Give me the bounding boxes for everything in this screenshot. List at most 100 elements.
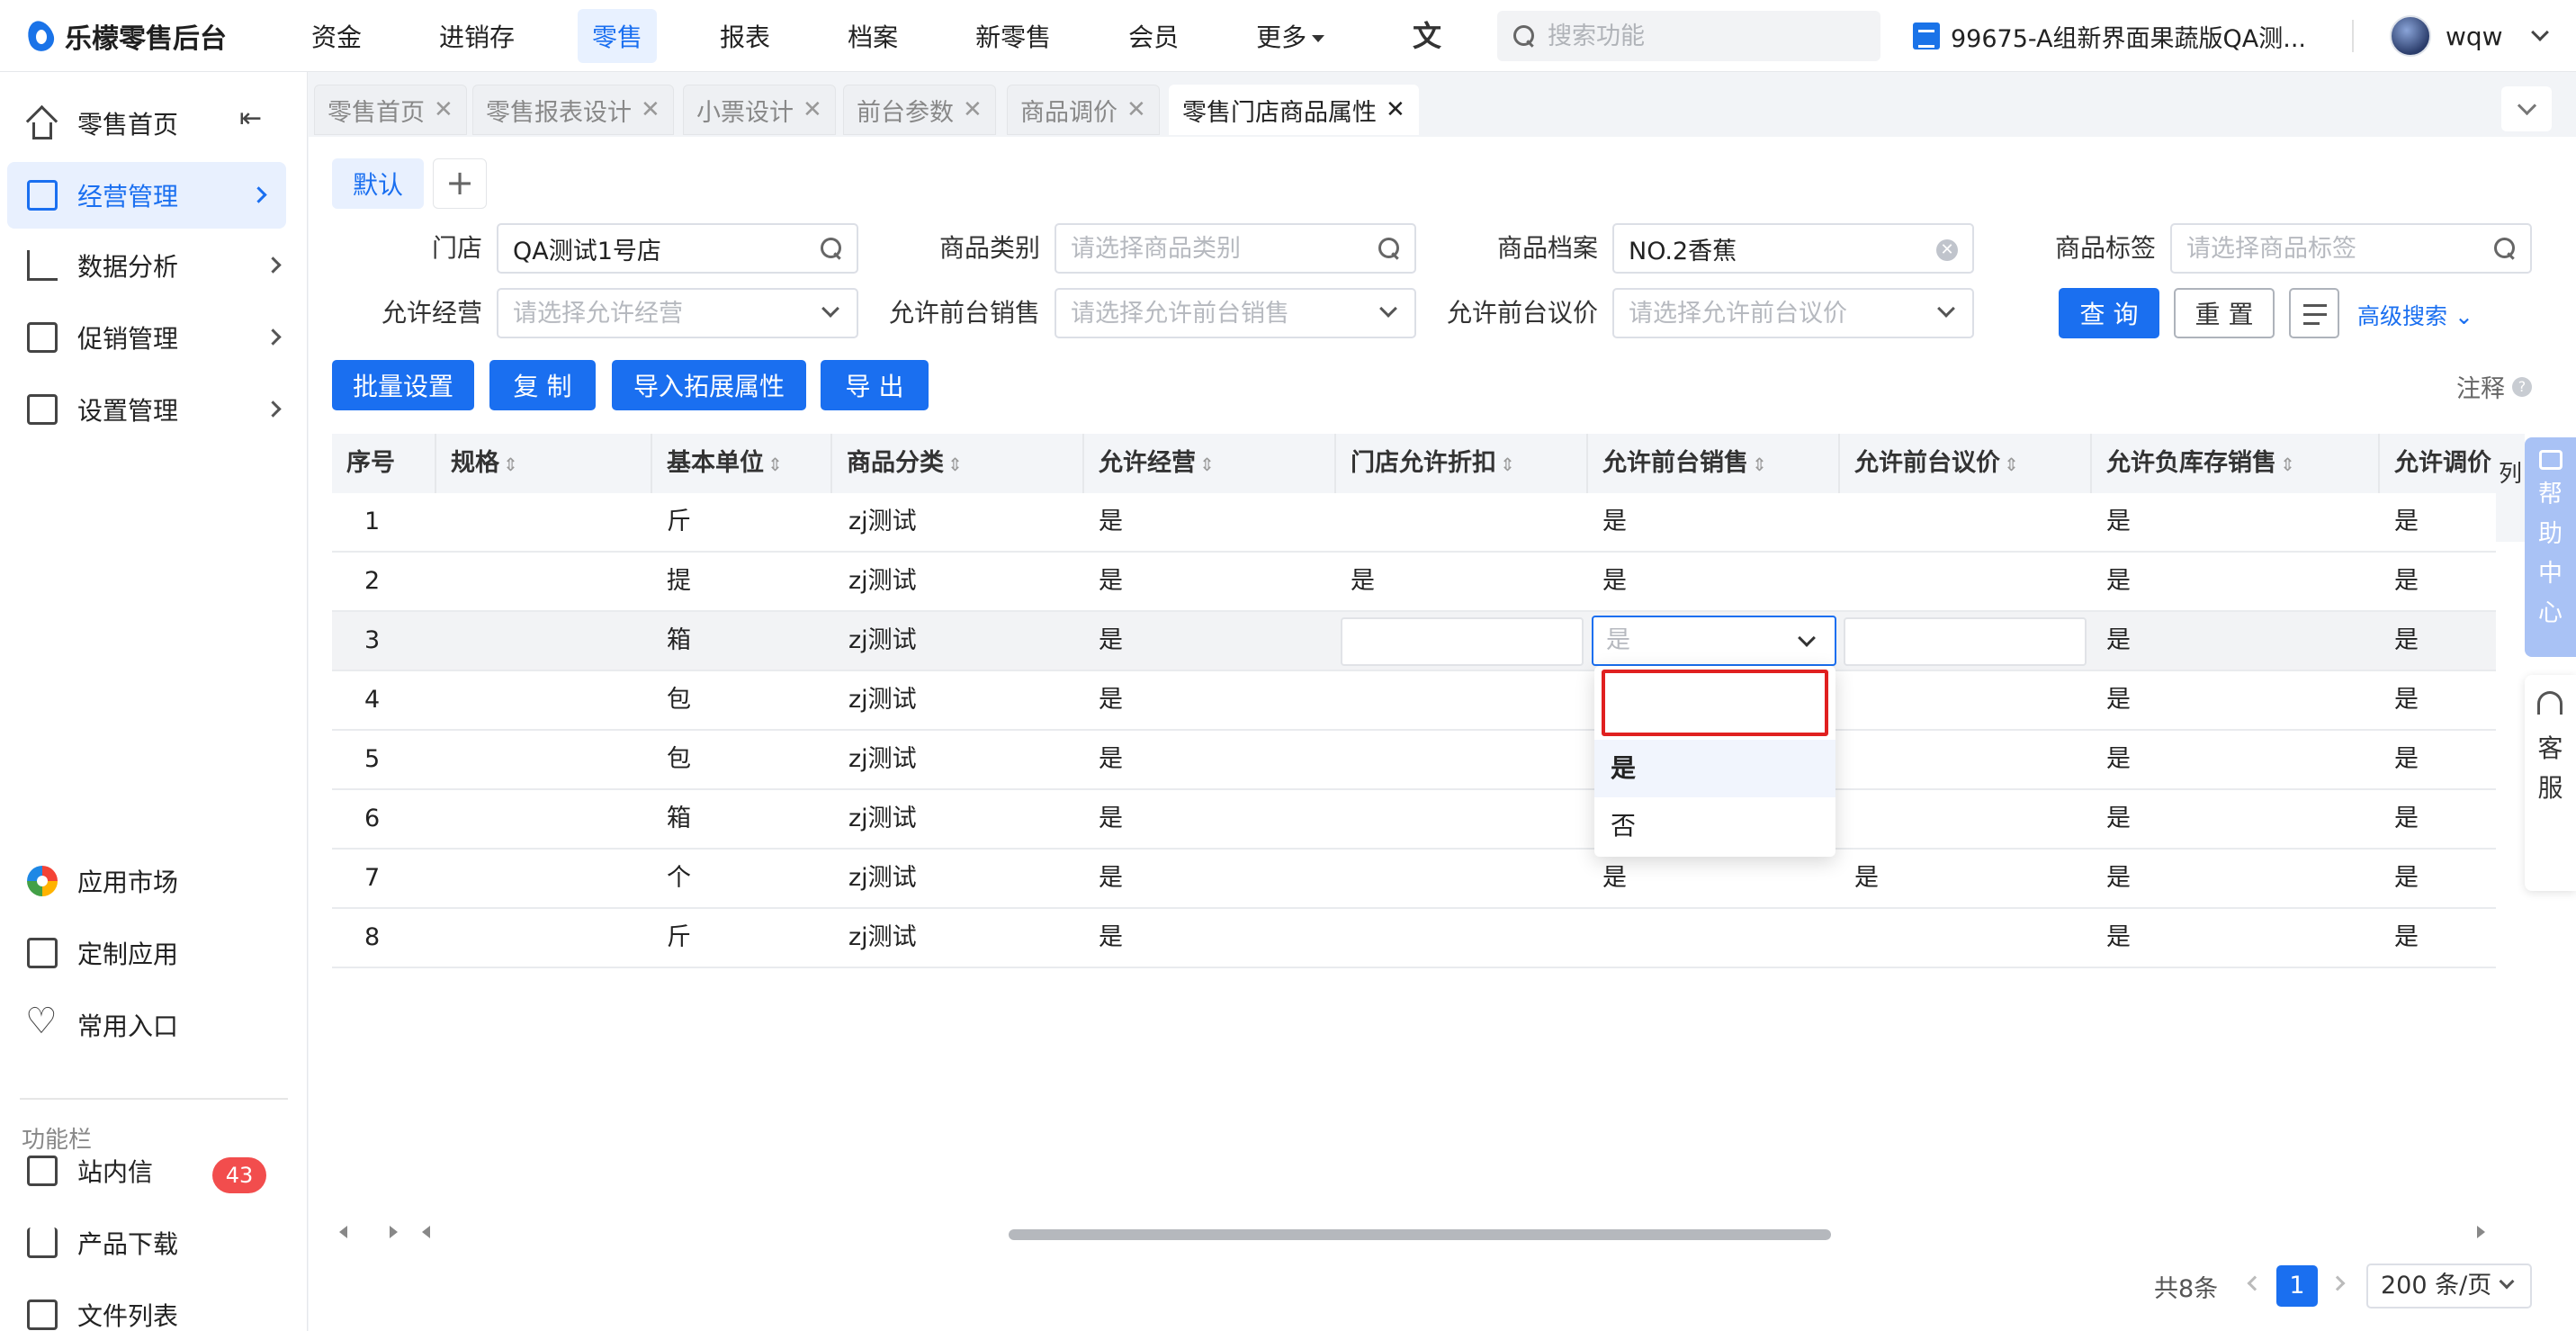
user-menu[interactable]: wqw xyxy=(2390,13,2549,59)
dropdown-option-no[interactable]: 否 xyxy=(1594,797,1836,855)
copy-button[interactable]: 复 制 xyxy=(489,360,596,410)
scroll-right-icon[interactable] xyxy=(390,1226,398,1238)
search-icon[interactable] xyxy=(1377,236,1402,261)
sidebar-item-downloads[interactable]: 产品下载 xyxy=(0,1210,308,1276)
close-icon[interactable]: ✕ xyxy=(641,96,660,123)
scroll-left-icon[interactable] xyxy=(339,1226,347,1238)
nav-item-retail[interactable]: 零售 xyxy=(578,9,658,63)
column-header-store-discount[interactable]: 门店允许折扣 ⇕ xyxy=(1336,434,1588,493)
tab-pos-params[interactable]: 前台参数 ✕ xyxy=(843,85,996,135)
table-row[interactable]: 5 包 zj测试 是 是 是 xyxy=(332,731,2496,790)
tab-receipt-design[interactable]: 小票设计 ✕ xyxy=(683,85,836,135)
sort-icon[interactable]: ⇕ xyxy=(2280,435,2295,494)
dropdown-search-box[interactable] xyxy=(1602,670,1828,736)
tag-filter-input[interactable] xyxy=(2186,234,2462,263)
column-header-pos-sale[interactable]: 允许前台销售 ⇕ xyxy=(1588,434,1840,493)
column-header-price-adjust[interactable]: 允许调价 xyxy=(2380,434,2496,493)
sort-icon[interactable]: ⇕ xyxy=(947,435,963,494)
table-row[interactable]: 4 包 zj测试 是 是 是 xyxy=(332,671,2496,731)
sidebar-item-business-management[interactable]: 经营管理 xyxy=(7,162,286,229)
allow-pos-bargain-select-input[interactable] xyxy=(1629,299,1904,328)
nav-item-archives[interactable]: 档案 xyxy=(833,9,912,63)
table-row[interactable]: 1 斤 zj测试 是 是 是 是 xyxy=(332,493,2496,553)
pagination-page-current[interactable]: 1 xyxy=(2276,1265,2318,1307)
column-settings-button[interactable]: 列 xyxy=(2496,434,2525,542)
column-header-spec[interactable]: 规格 ⇕ xyxy=(436,434,652,493)
close-icon[interactable]: ✕ xyxy=(963,96,983,123)
query-button[interactable]: 查 询 xyxy=(2059,288,2159,338)
sort-icon[interactable]: ⇕ xyxy=(2004,435,2019,494)
dropdown-search-input[interactable] xyxy=(1605,673,1825,733)
search-icon[interactable] xyxy=(819,236,844,261)
close-icon[interactable]: ✕ xyxy=(1386,96,1405,123)
sidebar-item-data-analysis[interactable]: 数据分析 xyxy=(0,232,308,299)
export-button[interactable]: 导 出 xyxy=(821,360,929,410)
sort-icon[interactable]: ⇕ xyxy=(1500,435,1515,494)
batch-set-button[interactable]: 批量设置 xyxy=(332,360,474,410)
import-extended-attributes-button[interactable]: 导入拓展属性 xyxy=(612,360,806,410)
close-icon[interactable]: ✕ xyxy=(803,96,822,123)
sort-icon[interactable]: ⇕ xyxy=(1199,435,1215,494)
sidebar-item-favorites[interactable]: 常用入口 xyxy=(0,992,308,1058)
sort-icon[interactable]: ⇕ xyxy=(1752,435,1767,494)
sort-icon[interactable]: ⇕ xyxy=(767,435,783,494)
note-toggle[interactable]: 注释 ? xyxy=(2456,369,2532,404)
store-switcher[interactable]: 99675-A组新界面果蔬版QA测... xyxy=(1913,18,2306,54)
allow-pos-bargain-select[interactable] xyxy=(1612,288,1974,338)
scroll-right-icon[interactable] xyxy=(2477,1226,2485,1238)
search-icon[interactable] xyxy=(2492,236,2518,261)
sidebar-item-promotion[interactable]: 促销管理 xyxy=(0,304,308,371)
allow-manage-select[interactable] xyxy=(497,288,858,338)
customer-service-widget[interactable]: 客 服 xyxy=(2525,675,2576,891)
sidebar-item-custom-apps[interactable]: 定制应用 xyxy=(0,920,308,986)
column-header-pos-bargain[interactable]: 允许前台议价 ⇕ xyxy=(1840,434,2092,493)
column-header-unit[interactable]: 基本单位 ⇕ xyxy=(652,434,832,493)
table-row[interactable]: 6 箱 zj测试 是 是 是 xyxy=(332,790,2496,850)
translate-icon[interactable]: 文 xyxy=(1409,18,1445,54)
tab-retail-home[interactable]: 零售首页 ✕ xyxy=(314,85,467,135)
table-row[interactable]: 8 斤 zj测试 是 是 是 xyxy=(332,909,2496,968)
pos-bargain-edit-input[interactable] xyxy=(1844,617,2087,666)
allow-manage-select-input[interactable] xyxy=(513,299,788,328)
page-size-select[interactable]: 200 条/页 xyxy=(2366,1264,2532,1309)
sidebar-item-settings[interactable]: 设置管理 xyxy=(0,376,308,443)
help-center-widget[interactable]: 帮 助 中 心 xyxy=(2525,437,2576,657)
add-scheme-button[interactable]: + xyxy=(433,158,487,209)
column-header-negative-stock[interactable]: 允许负库存销售 ⇕ xyxy=(2092,434,2380,493)
nav-item-more[interactable]: 更多 xyxy=(1242,9,1339,63)
table-row[interactable]: 2 提 zj测试 是 是 是 是 是 xyxy=(332,553,2496,612)
function-search-input[interactable] xyxy=(1548,22,1853,50)
sidebar-item-file-list[interactable]: 文件列表 xyxy=(0,1282,308,1331)
sort-icon[interactable]: ⇕ xyxy=(503,435,518,494)
table-horizontal-scrollbar[interactable] xyxy=(332,1220,2496,1247)
tab-price-adjust[interactable]: 商品调价 ✕ xyxy=(1007,85,1160,135)
tab-store-goods-attributes[interactable]: 零售门店商品属性 ✕ xyxy=(1169,85,1419,135)
nav-item-reports[interactable]: 报表 xyxy=(705,9,785,63)
sidebar-item-app-market[interactable]: 应用市场 xyxy=(0,848,308,914)
advanced-search-link[interactable]: 高级搜索 ⌄ xyxy=(2357,299,2473,331)
nav-item-new-retail[interactable]: 新零售 xyxy=(961,9,1065,63)
scrollbar-thumb[interactable] xyxy=(1009,1229,1831,1240)
nav-item-funds[interactable]: 资金 xyxy=(297,9,376,63)
nav-item-members[interactable]: 会员 xyxy=(1114,9,1193,63)
nav-item-inventory[interactable]: 进销存 xyxy=(425,9,529,63)
sidebar-item-messages[interactable]: 站内信 43 xyxy=(0,1138,308,1204)
column-header-category[interactable]: 商品分类 ⇕ xyxy=(832,434,1084,493)
pos-sale-edit-select[interactable]: 是 xyxy=(1592,616,1836,666)
table-row[interactable]: 7 个 zj测试 是 是 是 是 是 xyxy=(332,850,2496,909)
table-row-editing[interactable]: 3 箱 zj测试 是 是 是 是 xyxy=(332,612,2496,671)
tab-retail-report-design[interactable]: 零售报表设计 ✕ xyxy=(472,85,674,135)
archive-filter-input[interactable] xyxy=(1629,234,1904,263)
app-logo[interactable]: 乐檬零售后台 xyxy=(25,18,227,55)
clear-icon[interactable]: ✕ xyxy=(1936,239,1958,261)
filter-settings-button[interactable] xyxy=(2289,288,2339,338)
close-icon[interactable]: ✕ xyxy=(1126,96,1146,123)
scheme-default-tab[interactable]: 默认 xyxy=(332,158,424,209)
allow-pos-sale-select[interactable] xyxy=(1055,288,1416,338)
store-discount-edit-input[interactable] xyxy=(1341,617,1584,666)
collapse-sidebar-icon[interactable]: ⇤ xyxy=(239,103,262,134)
dropdown-option-yes[interactable]: 是 xyxy=(1594,740,1836,797)
reset-button[interactable]: 重 置 xyxy=(2174,288,2275,338)
column-header-allow-manage[interactable]: 允许经营 ⇕ xyxy=(1084,434,1336,493)
allow-pos-sale-select-input[interactable] xyxy=(1071,299,1346,328)
